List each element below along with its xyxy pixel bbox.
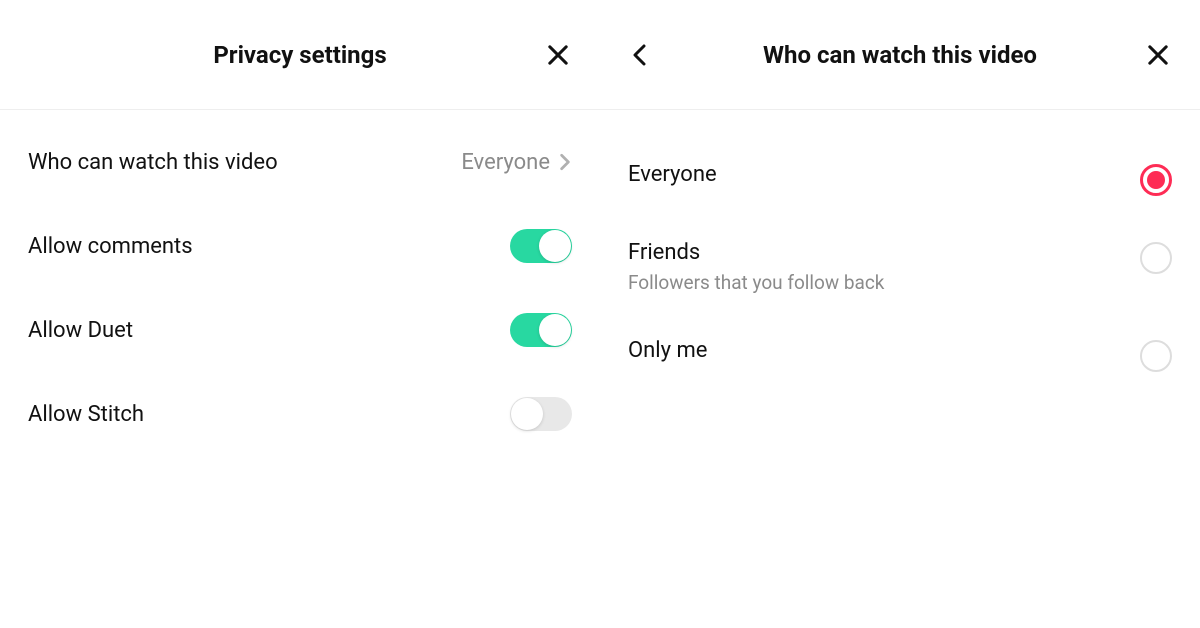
settings-list: Who can watch this video Everyone Allow …	[0, 110, 600, 506]
privacy-settings-panel: Privacy settings Who can watch this vide…	[0, 0, 600, 628]
option-friends-label: Friends	[628, 240, 884, 265]
page-title: Privacy settings	[68, 41, 532, 69]
allow-stitch-row: Allow Stitch	[28, 392, 572, 436]
allow-duet-toggle[interactable]	[510, 313, 572, 347]
radio-only-me[interactable]	[1140, 340, 1172, 372]
option-friends-sub: Followers that you follow back	[628, 271, 884, 294]
close-icon[interactable]	[544, 41, 572, 69]
option-only-me[interactable]: Only me	[628, 316, 1172, 394]
who-can-watch-panel: Who can watch this video Everyone Friend…	[600, 0, 1200, 628]
chevron-right-icon	[558, 153, 572, 171]
allow-comments-toggle[interactable]	[510, 229, 572, 263]
allow-duet-row: Allow Duet	[28, 308, 572, 352]
option-everyone[interactable]: Everyone	[628, 140, 1172, 218]
who-can-watch-value-text: Everyone	[461, 150, 550, 175]
option-friends[interactable]: Friends Followers that you follow back	[628, 218, 1172, 316]
header: Privacy settings	[0, 0, 600, 110]
allow-comments-label: Allow comments	[28, 234, 193, 259]
close-icon[interactable]	[1144, 41, 1172, 69]
allow-stitch-label: Allow Stitch	[28, 402, 144, 427]
allow-comments-row: Allow comments	[28, 224, 572, 268]
who-can-watch-value[interactable]: Everyone	[461, 150, 572, 175]
allow-stitch-toggle[interactable]	[510, 397, 572, 431]
allow-duet-label: Allow Duet	[28, 318, 133, 343]
radio-everyone[interactable]	[1140, 164, 1172, 196]
option-everyone-label: Everyone	[628, 162, 717, 187]
radio-friends[interactable]	[1140, 242, 1172, 274]
options-list: Everyone Friends Followers that you foll…	[600, 110, 1200, 424]
option-only-me-label: Only me	[628, 338, 707, 363]
who-can-watch-row[interactable]: Who can watch this video Everyone	[28, 140, 572, 184]
who-can-watch-label: Who can watch this video	[28, 150, 278, 175]
back-icon[interactable]	[628, 43, 652, 67]
header: Who can watch this video	[600, 0, 1200, 110]
page-title: Who can watch this video	[668, 41, 1132, 69]
